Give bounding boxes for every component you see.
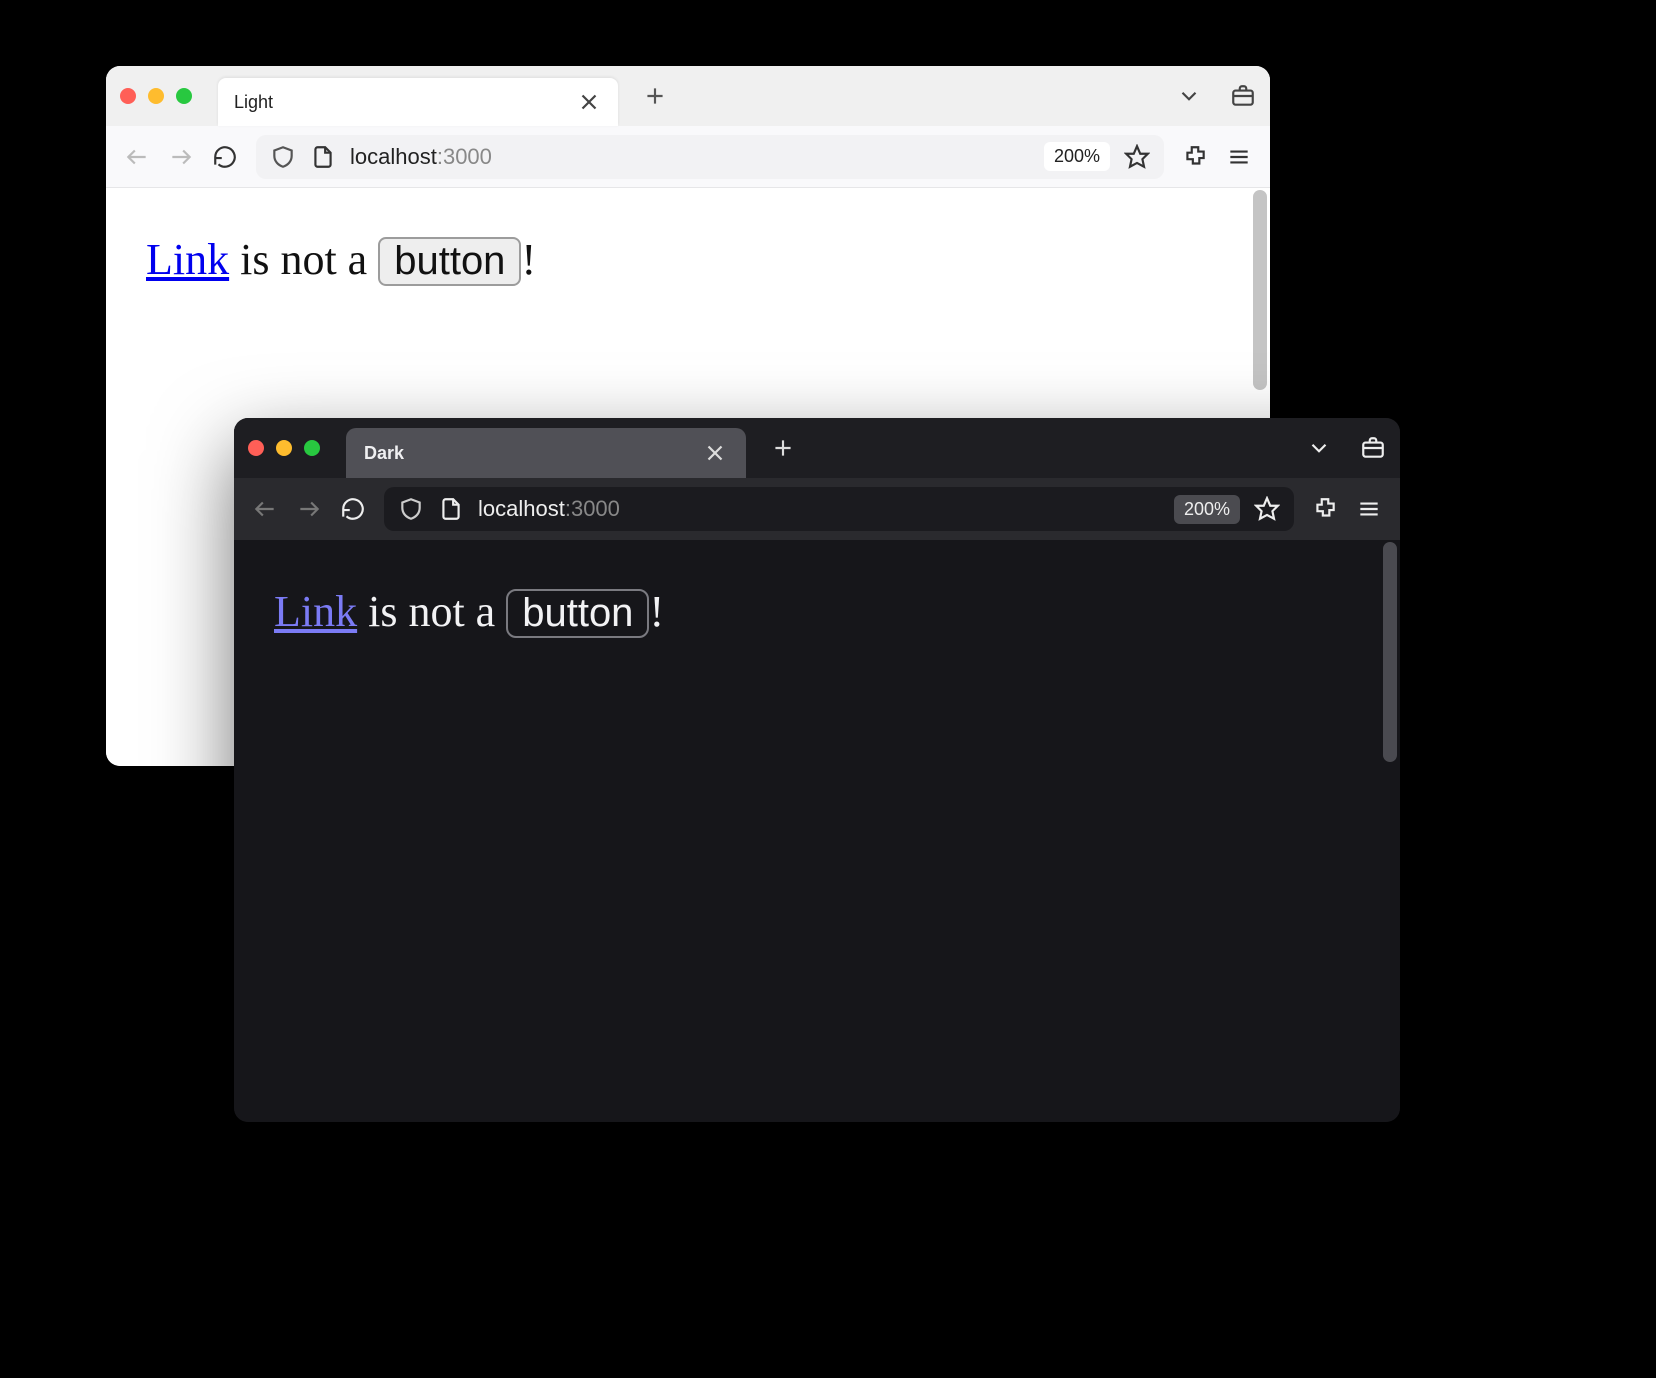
browser-tab[interactable]: Light [218,78,618,126]
page-info-icon[interactable] [310,144,336,170]
example-link[interactable]: Link [146,235,229,284]
url-port: :3000 [437,144,492,169]
close-tab-icon[interactable] [576,89,602,115]
address-bar[interactable]: localhost:3000 200% [384,487,1294,531]
window-controls [248,440,320,456]
maximize-window-button[interactable] [176,88,192,104]
extensions-icon[interactable] [1312,496,1338,522]
shield-icon[interactable] [398,496,424,522]
example-button[interactable]: button [506,589,649,638]
browser-tab[interactable]: Dark [346,428,746,478]
reload-button[interactable] [212,144,238,170]
zoom-level-badge[interactable]: 200% [1174,495,1240,524]
url-host: localhost:3000 [350,144,492,170]
maximize-window-button[interactable] [304,440,320,456]
tab-title: Dark [364,443,404,464]
example-button[interactable]: button [378,237,521,286]
new-tab-button[interactable] [770,435,796,461]
toolbar: localhost:3000 200% [234,478,1400,540]
new-tab-button[interactable] [642,83,668,109]
vertical-scrollbar[interactable] [1383,542,1397,762]
zoom-level-badge[interactable]: 200% [1044,142,1110,171]
tab-bar: Light [106,66,1270,126]
content-text: is not a [229,235,378,284]
content-sentence: Link is not a button! [274,587,664,636]
app-menu-icon[interactable] [1356,496,1382,522]
back-button[interactable] [252,496,278,522]
window-controls [120,88,192,104]
list-all-tabs-icon[interactable] [1306,435,1332,461]
minimize-window-button[interactable] [148,88,164,104]
browser-window-dark: Dark [234,418,1400,1122]
bookmark-star-icon[interactable] [1254,496,1280,522]
shield-icon[interactable] [270,144,296,170]
content-trailing: ! [649,587,664,636]
forward-button[interactable] [168,144,194,170]
bookmark-star-icon[interactable] [1124,144,1150,170]
minimize-window-button[interactable] [276,440,292,456]
tab-title: Light [234,92,273,113]
content-trailing: ! [521,235,536,284]
list-all-tabs-icon[interactable] [1176,83,1202,109]
account-toolbox-icon[interactable] [1230,83,1256,109]
reload-button[interactable] [340,496,366,522]
app-menu-icon[interactable] [1226,144,1252,170]
page-content: Link is not a button! [234,540,1400,1122]
tabbar-right-controls [1306,435,1386,461]
example-link[interactable]: Link [274,587,357,636]
vertical-scrollbar[interactable] [1253,190,1267,390]
close-window-button[interactable] [120,88,136,104]
toolbar: localhost:3000 200% [106,126,1270,188]
close-tab-icon[interactable] [702,440,728,466]
tab-bar: Dark [234,418,1400,478]
content-text: is not a [357,587,506,636]
extensions-icon[interactable] [1182,144,1208,170]
content-sentence: Link is not a button! [146,235,536,284]
page-info-icon[interactable] [438,496,464,522]
tabbar-right-controls [1176,83,1256,109]
url-port: :3000 [565,496,620,521]
forward-button[interactable] [296,496,322,522]
account-toolbox-icon[interactable] [1360,435,1386,461]
address-bar[interactable]: localhost:3000 200% [256,135,1164,179]
close-window-button[interactable] [248,440,264,456]
back-button[interactable] [124,144,150,170]
url-host: localhost:3000 [478,496,620,522]
